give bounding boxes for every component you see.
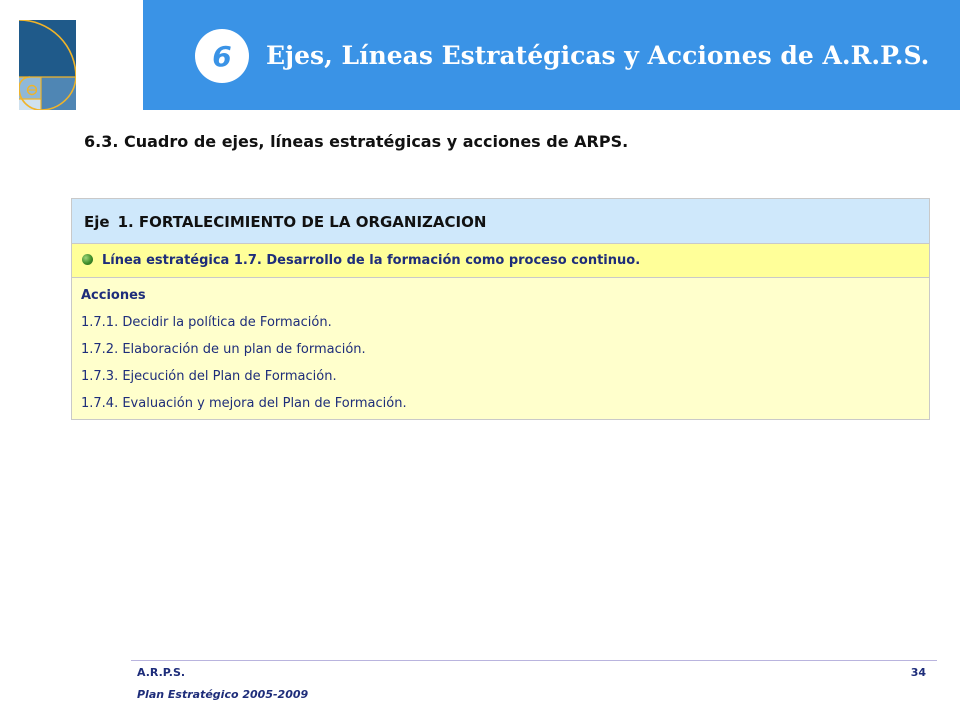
eje-row: Eje 1. FORTALECIMIENTO DE LA ORGANIZACION — [72, 199, 929, 244]
linea-row: Línea estratégica 1.7. Desarrollo de la … — [72, 244, 929, 278]
footer-plan: Plan Estratégico 2005-2009 — [137, 688, 309, 701]
green-bullet-icon — [82, 254, 93, 265]
arps-logo — [19, 20, 76, 110]
accion-item: 1.7.2. Elaboración de un plan de formaci… — [81, 342, 366, 357]
accion-item: 1.7.3. Ejecución del Plan de Formación. — [81, 369, 337, 384]
page-number: 34 — [910, 666, 926, 679]
eje-value: 1. FORTALECIMIENTO DE LA ORGANIZACION — [117, 213, 487, 231]
acciones-title: Acciones — [81, 288, 146, 303]
page-title: Ejes, Líneas Estratégicas y Acciones de … — [266, 41, 930, 70]
accion-item: 1.7.1. Decidir la política de Formación. — [81, 315, 332, 330]
eje-label: Eje — [84, 213, 110, 231]
strategy-table: Eje 1. FORTALECIMIENTO DE LA ORGANIZACION… — [71, 198, 930, 420]
acciones-row: Acciones 1.7.1. Decidir la política de F… — [72, 278, 929, 419]
footer-org: A.R.P.S. — [137, 666, 186, 679]
footer-divider — [131, 660, 937, 661]
chapter-badge: 6 — [195, 29, 249, 83]
chapter-number: 6 — [212, 39, 232, 73]
accion-item: 1.7.4. Evaluación y mejora del Plan de F… — [81, 396, 407, 411]
linea-estrategica: Línea estratégica 1.7. Desarrollo de la … — [102, 253, 641, 268]
section-title: 6.3. Cuadro de ejes, líneas estratégicas… — [84, 132, 629, 151]
eje-heading: Eje 1. FORTALECIMIENTO DE LA ORGANIZACION — [84, 213, 486, 231]
